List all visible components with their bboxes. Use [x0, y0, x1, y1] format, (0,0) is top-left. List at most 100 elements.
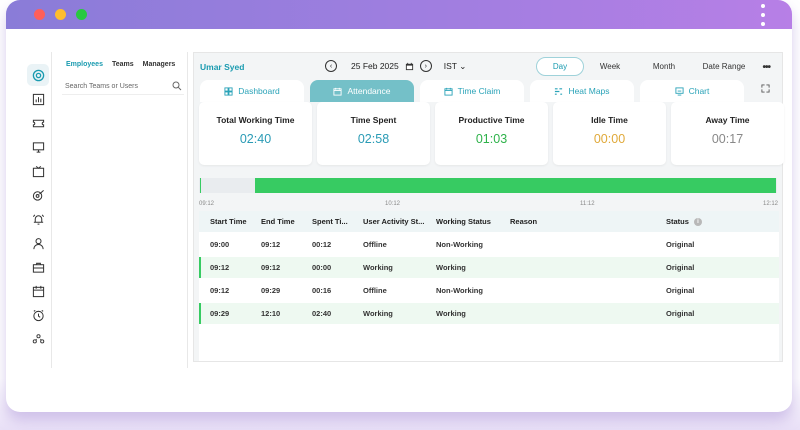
employees-panel: Employees Teams Managers Search Teams or…	[60, 52, 188, 368]
range-tab-date-range[interactable]: Date Range	[692, 58, 756, 75]
maximize-window-button[interactable]	[76, 9, 87, 20]
card-time-spent: Time Spent 02:58	[317, 102, 430, 165]
target-icon[interactable]	[31, 68, 45, 82]
minimize-window-button[interactable]	[55, 9, 66, 20]
table-row[interactable]: 09:00 09:12 00:12 Offline Non-Working Or…	[199, 232, 779, 256]
col-working-status[interactable]: Working Status	[436, 217, 491, 226]
range-tab-month[interactable]: Month	[636, 58, 692, 75]
cell-working-status: Working	[436, 309, 466, 318]
more-options-icon[interactable]: •••	[762, 62, 770, 73]
tab-chart-label: Chart	[688, 86, 710, 96]
cell-status: Original	[666, 239, 695, 249]
calendar-icon[interactable]	[31, 284, 45, 298]
tab-heat-maps[interactable]: Heat Maps	[530, 80, 634, 102]
cell-status: Original	[666, 263, 695, 272]
timeline-segment-short	[200, 178, 201, 193]
range-tabs: Day Week Month Date Range	[536, 57, 756, 76]
icon-rail	[24, 52, 52, 368]
cell-working-status: Working	[436, 263, 466, 272]
card-total-working-time: Total Working Time 02:40	[199, 102, 312, 165]
col-end-time[interactable]: End Time	[261, 217, 295, 226]
clock-icon[interactable]	[31, 308, 45, 322]
cell-status: Original	[666, 309, 695, 318]
axis-label: 10:12	[385, 201, 401, 207]
tab-chart[interactable]: Chart	[640, 80, 744, 102]
tab-teams[interactable]: Teams	[112, 61, 134, 68]
window-menu-icon[interactable]	[760, 4, 766, 26]
expand-icon[interactable]	[761, 84, 770, 93]
chart-icon	[675, 86, 684, 96]
cell-working-status: Non-Working	[436, 239, 483, 249]
chart-icon[interactable]	[31, 92, 45, 106]
tab-attendance-label: Attendance	[347, 86, 391, 96]
chevron-down-icon: ⌄	[459, 60, 467, 71]
prev-date-button[interactable]: ‹	[325, 60, 337, 72]
tab-dashboard[interactable]: Dashboard	[200, 80, 304, 102]
cell-activity: Working	[363, 309, 393, 318]
cell-end: 09:12	[261, 263, 281, 272]
cell-working-status: Non-Working	[436, 286, 483, 295]
summary-cards: Total Working Time 02:40 Time Spent 02:5…	[199, 102, 784, 165]
alarm-icon[interactable]	[31, 212, 45, 226]
cell-status: Original	[666, 286, 695, 295]
cell-end: 09:29	[261, 286, 281, 295]
monitor-icon[interactable]	[31, 140, 45, 154]
card-value: 01:03	[475, 132, 508, 146]
tab-time-claim-label: Time Claim	[457, 86, 501, 96]
date-navigator: ‹ 25 Feb 2025 › IST ⌄	[325, 60, 466, 72]
search-icon[interactable]	[172, 81, 182, 91]
col-reason[interactable]: Reason	[510, 217, 537, 226]
range-tab-day[interactable]: Day	[536, 57, 584, 76]
table-row[interactable]: 09:29 12:10 02:40 Working Working Origin…	[199, 302, 779, 324]
tab-time-claim[interactable]: Time Claim	[420, 80, 524, 102]
info-icon[interactable]: i	[693, 217, 702, 226]
cell-start: 09:00	[210, 239, 230, 249]
activity-timeline	[199, 178, 777, 193]
tab-employees[interactable]: Employees	[66, 61, 103, 68]
table-row[interactable]: 09:12 09:12 00:00 Working Working Origin…	[199, 256, 779, 278]
card-away-time: Away Time 00:17	[671, 102, 784, 165]
range-tab-week[interactable]: Week	[584, 58, 636, 75]
col-status[interactable]: Status i	[666, 217, 702, 226]
col-user-activity-status[interactable]: User Activity St...	[363, 217, 424, 226]
calendar-icon	[444, 87, 453, 96]
user-icon[interactable]	[31, 236, 45, 250]
timezone-select[interactable]: IST ⌄	[444, 61, 467, 72]
calendar-tv-icon[interactable]	[31, 164, 45, 178]
axis-label: 11:12	[580, 201, 595, 207]
search-placeholder: Search Teams or Users	[65, 83, 139, 90]
selected-user-name: Umar Syed	[200, 62, 245, 72]
close-window-button[interactable]	[34, 9, 45, 20]
calendar-icon	[333, 87, 343, 96]
col-start-time[interactable]: Start Time	[210, 217, 247, 226]
title-bar	[6, 0, 792, 29]
briefcase-icon[interactable]	[31, 260, 45, 274]
cell-start: 09:12	[210, 286, 230, 295]
card-label: Productive Time	[458, 115, 525, 125]
attendance-table: Start Time End Time Spent Ti... User Act…	[199, 211, 779, 361]
cell-end: 12:10	[261, 309, 281, 318]
ticket-icon[interactable]	[31, 116, 45, 130]
card-label: Idle Time	[591, 115, 628, 125]
table-row[interactable]: 09:12 09:29 00:16 Offline Non-Working Or…	[199, 278, 779, 302]
view-tabs: Dashboard Attendance Time Claim Heat Map…	[200, 80, 744, 102]
team-icon[interactable]	[31, 332, 45, 346]
cell-spent: 00:00	[312, 263, 332, 272]
current-date[interactable]: 25 Feb 2025	[351, 61, 399, 71]
bulb-target-icon[interactable]	[31, 188, 45, 202]
card-label: Total Working Time	[216, 115, 295, 125]
col-status-label: Status	[666, 217, 689, 226]
table-header: Start Time End Time Spent Ti... User Act…	[199, 211, 779, 232]
card-value: 00:00	[593, 132, 626, 146]
card-value: 02:40	[239, 132, 272, 146]
next-date-button[interactable]: ›	[419, 60, 432, 72]
card-productive-time: Productive Time 01:03	[435, 102, 548, 165]
tab-managers[interactable]: Managers	[143, 61, 176, 68]
card-value: 00:17	[711, 132, 744, 146]
tab-attendance[interactable]: Attendance	[310, 80, 414, 102]
cell-spent: 00:12	[312, 239, 332, 249]
cell-start: 09:29	[210, 309, 230, 318]
calendar-picker-icon[interactable]	[405, 62, 414, 71]
search-input[interactable]: Search Teams or Users	[62, 78, 184, 95]
col-spent-time[interactable]: Spent Ti...	[312, 217, 348, 226]
